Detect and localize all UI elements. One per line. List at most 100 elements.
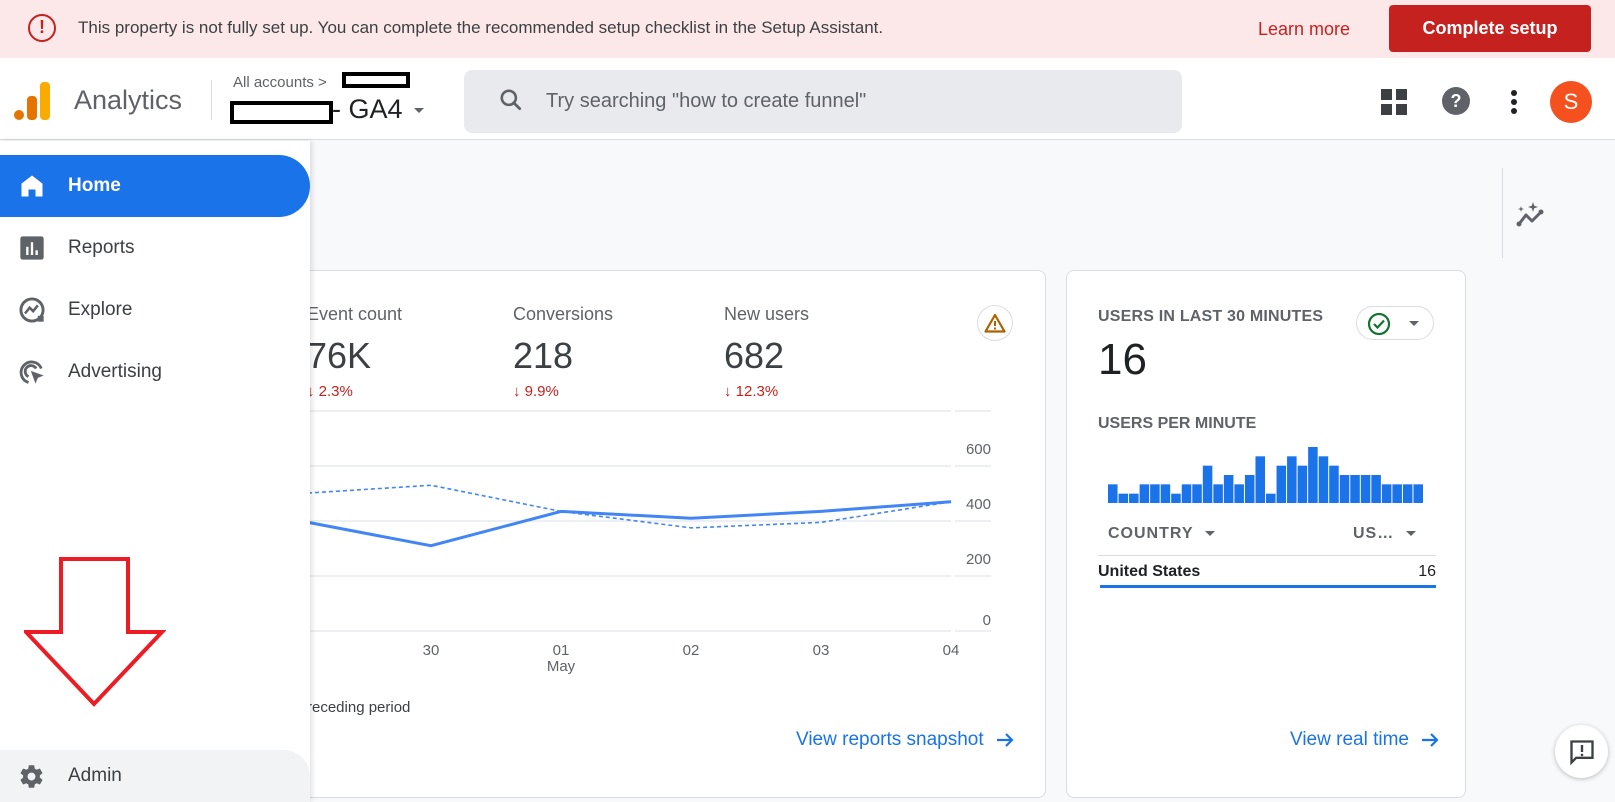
users-per-minute-bar[interactable] (1202, 465, 1213, 503)
data-quality-warning-button[interactable] (977, 305, 1013, 341)
row-proportion-bar (1100, 585, 1436, 588)
users-per-minute-bar[interactable] (1234, 484, 1244, 503)
users-per-minute-bar[interactable] (1381, 484, 1392, 503)
users-per-minute-bar[interactable] (1118, 493, 1129, 503)
view-real-time-link[interactable]: View real time (1290, 729, 1439, 751)
arrow-right-icon (996, 733, 1014, 747)
users-per-minute-bar[interactable] (1255, 456, 1265, 503)
apps-grid-icon[interactable] (1381, 89, 1407, 115)
overview-card: Event count 76K ↓ 2.3% Conversions 218 ↓… (290, 270, 1046, 798)
users-per-minute-bar[interactable] (1392, 484, 1402, 503)
feedback-button[interactable] (1555, 725, 1608, 778)
link-label: View real time (1290, 729, 1409, 750)
y-tick-label: 800 (966, 401, 991, 403)
explore-icon (19, 297, 45, 323)
x-tick-label: 03 (813, 642, 830, 659)
sidebar-item-advertising[interactable]: Advertising (0, 341, 310, 403)
users-per-minute-bar[interactable] (1181, 484, 1192, 503)
metric-new-users[interactable]: New users 682 ↓ 12.3% (724, 304, 809, 400)
view-reports-snapshot-link[interactable]: View reports snapshot (796, 729, 1014, 751)
sidebar-item-label: Explore (68, 299, 133, 320)
metric-value: 218 (513, 335, 574, 376)
metric-label: Conversions (513, 304, 614, 324)
sidebar-item-explore[interactable]: Explore (0, 279, 310, 341)
users-per-minute-bar[interactable] (1192, 484, 1202, 503)
bar-chart-icon (20, 236, 44, 260)
advertising-icon (19, 360, 44, 384)
users-per-minute-bar[interactable] (1402, 484, 1413, 503)
learn-more-link[interactable]: Learn more (1258, 19, 1350, 40)
users-per-minute-bar[interactable] (1371, 475, 1381, 503)
users-per-minute-bar[interactable] (1308, 447, 1318, 503)
insights-sparkle-icon[interactable] (1516, 200, 1548, 228)
search-icon (500, 89, 522, 111)
sidebar-item-reports[interactable]: Reports (0, 217, 310, 279)
sidebar-item-label: Reports (68, 237, 135, 258)
column-header-users[interactable]: US… (1353, 525, 1416, 543)
users-per-minute-bar[interactable] (1223, 475, 1234, 503)
users-per-minute-bar[interactable] (1287, 456, 1297, 503)
country-name: United States (1098, 563, 1201, 580)
metric-label: Event count (307, 304, 403, 324)
users-per-minute-bar[interactable] (1213, 484, 1223, 503)
users-per-minute-bar[interactable] (1129, 493, 1139, 503)
users-per-minute-bar[interactable] (1266, 493, 1276, 503)
redacted-property-name (230, 101, 333, 124)
more-vert-icon[interactable] (1510, 89, 1518, 115)
sidebar-item-label: Home (68, 175, 121, 196)
legend-preceding-period: receding period (307, 699, 411, 716)
users-per-minute-bar[interactable] (1329, 465, 1339, 503)
warning-icon (984, 313, 1006, 333)
svg-text:?: ? (1451, 91, 1462, 111)
users-per-minute-bar[interactable] (1350, 475, 1360, 503)
x-tick-label: 01 (553, 642, 570, 659)
header-divider (211, 80, 212, 120)
realtime-status-dropdown[interactable] (1356, 306, 1434, 340)
breadcrumb-root[interactable]: All accounts (233, 74, 314, 91)
arrow-right-icon (1421, 733, 1439, 747)
admin-label: Admin (68, 765, 122, 786)
column-header-country[interactable]: COUNTRY (1108, 525, 1215, 543)
property-selector[interactable]: - GA4 (332, 94, 425, 125)
table-row[interactable]: United States 16 (1098, 563, 1436, 581)
users-per-minute-label: USERS PER MINUTE (1098, 415, 1257, 432)
users-per-minute-bar[interactable] (1318, 456, 1329, 503)
red-annotation-arrow (24, 557, 166, 707)
users-per-minute-bar[interactable] (1276, 465, 1287, 503)
breadcrumb[interactable]: All accounts > (233, 74, 327, 91)
y-tick-label: 600 (966, 441, 991, 458)
users-per-minute-chart (1108, 447, 1423, 503)
x-tick-label: 30 (423, 642, 440, 659)
analytics-logo-icon[interactable] (14, 82, 50, 120)
users-per-minute-bar[interactable] (1297, 465, 1308, 503)
users-per-minute-bar[interactable] (1150, 484, 1160, 503)
users-per-minute-bar[interactable] (1244, 475, 1255, 503)
metric-change: ↓ 12.3% (724, 383, 779, 400)
users-per-minute-bar[interactable] (1108, 484, 1118, 503)
search-input[interactable] (546, 85, 1146, 117)
sidebar-item-home[interactable]: Home (0, 155, 310, 217)
search-bar[interactable] (464, 70, 1182, 133)
breadcrumb-separator: > (318, 74, 327, 91)
metric-change: ↓ 9.9% (513, 383, 559, 400)
users-per-minute-bar[interactable] (1360, 475, 1371, 503)
realtime-card: USERS IN LAST 30 MINUTES 16 USERS PER MI… (1066, 270, 1466, 798)
users-per-minute-bar[interactable] (1171, 493, 1181, 503)
x-tick-sublabel: May (547, 658, 576, 675)
avatar[interactable]: S (1550, 81, 1592, 123)
users-per-minute-bar[interactable] (1339, 475, 1350, 503)
metric-event-count[interactable]: Event count 76K ↓ 2.3% (307, 304, 402, 400)
realtime-value: 16 (1098, 335, 1147, 384)
users-per-minute-bar[interactable] (1139, 484, 1150, 503)
column-label: COUNTRY (1108, 525, 1194, 542)
chevron-down-icon (1204, 531, 1215, 537)
sidebar-item-admin[interactable]: Admin (0, 750, 310, 802)
setup-banner: ! This property is not fully set up. You… (0, 0, 1615, 58)
complete-setup-button[interactable]: Complete setup (1389, 5, 1591, 52)
chevron-down-icon (414, 108, 425, 114)
users-per-minute-bar[interactable] (1160, 484, 1171, 503)
metric-conversions[interactable]: Conversions 218 ↓ 9.9% (513, 304, 613, 400)
banner-message: This property is not fully set up. You c… (78, 18, 884, 37)
users-per-minute-bar[interactable] (1413, 484, 1423, 503)
help-icon[interactable]: ? (1442, 87, 1470, 115)
